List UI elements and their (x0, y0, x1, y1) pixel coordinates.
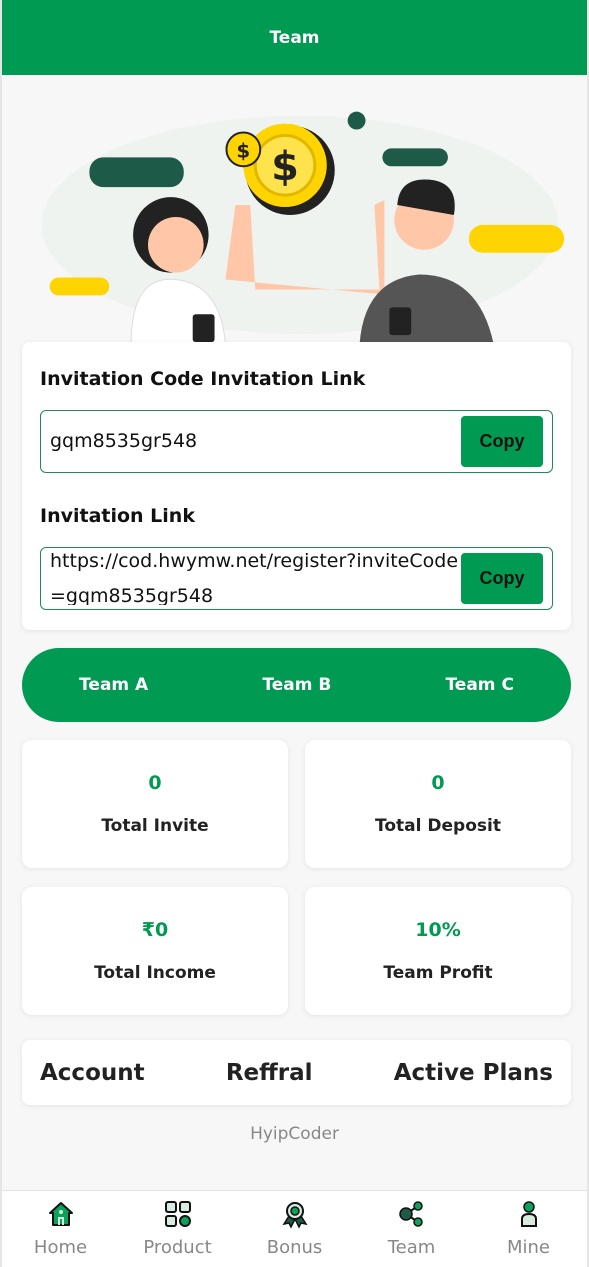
nav-product[interactable]: Product (119, 1191, 236, 1267)
header: Team (2, 0, 587, 75)
nav-home[interactable]: Home (2, 1191, 119, 1267)
svg-text:$: $ (271, 144, 299, 190)
invitation-link-value[interactable]: https://cod.hwymw.net/register?inviteCod… (50, 544, 461, 605)
nav-mine[interactable]: Mine (470, 1191, 587, 1267)
nav-label: Bonus (266, 1237, 323, 1258)
invitation-card: Invitation Code Invitation Link gqm8535g… (22, 342, 571, 630)
svg-text:$: $ (236, 139, 250, 162)
invitation-link-title: Invitation Link (40, 505, 195, 527)
invitation-code-title: Invitation Code Invitation Link (40, 368, 366, 390)
tab-team-c[interactable]: Team C (445, 675, 513, 695)
stat-value: 0 (431, 772, 445, 794)
copy-link-button[interactable]: Copy (461, 553, 543, 604)
team-tabs: Team A Team B Team C (22, 648, 571, 722)
tab-team-a[interactable]: Team A (79, 675, 148, 695)
page-title: Team (269, 27, 320, 48)
copy-code-button[interactable]: Copy (461, 416, 543, 467)
team-illustration: $ $ (41, 111, 565, 345)
award-icon (281, 1202, 308, 1229)
nav-label: Home (33, 1237, 88, 1258)
nav-team[interactable]: Team (353, 1191, 470, 1267)
link-reffral[interactable]: Reffral (226, 1060, 313, 1086)
user-icon (520, 1201, 537, 1227)
invitation-code-value[interactable]: gqm8535gr548 (50, 424, 461, 459)
nav-label: Mine (506, 1237, 550, 1258)
stat-label: Total Deposit (375, 816, 501, 836)
nav-label: Product (143, 1237, 212, 1258)
brand-footer: HyipCoder (250, 1124, 339, 1144)
tab-team-b[interactable]: Team B (262, 675, 331, 695)
stat-label: Total Income (94, 963, 216, 983)
link-account[interactable]: Account (40, 1060, 145, 1086)
share-icon (398, 1201, 423, 1227)
invitation-code-field: gqm8535gr548 Copy (40, 410, 553, 473)
stat-value: ₹0 (141, 919, 169, 941)
stat-total-income: ₹0 Total Income (22, 887, 288, 1015)
links-bar: Account Reffral Active Plans (22, 1040, 571, 1105)
link-active-plans[interactable]: Active Plans (394, 1060, 553, 1086)
stat-value: 0 (148, 772, 162, 794)
stat-total-invite: 0 Total Invite (22, 740, 288, 868)
grid-icon (164, 1201, 191, 1227)
stat-value: 10% (415, 919, 461, 941)
stat-label: Team Profit (383, 963, 493, 983)
home-icon (48, 1202, 73, 1226)
stat-label: Total Invite (101, 816, 209, 836)
stat-total-deposit: 0 Total Deposit (305, 740, 571, 868)
bottom-nav: Home Product Bonus Team Mine (2, 1190, 587, 1267)
stat-team-profit: 10% Team Profit (305, 887, 571, 1015)
nav-label: Team (387, 1237, 436, 1258)
nav-bonus[interactable]: Bonus (236, 1191, 353, 1267)
invitation-link-field: https://cod.hwymw.net/register?inviteCod… (40, 547, 553, 610)
